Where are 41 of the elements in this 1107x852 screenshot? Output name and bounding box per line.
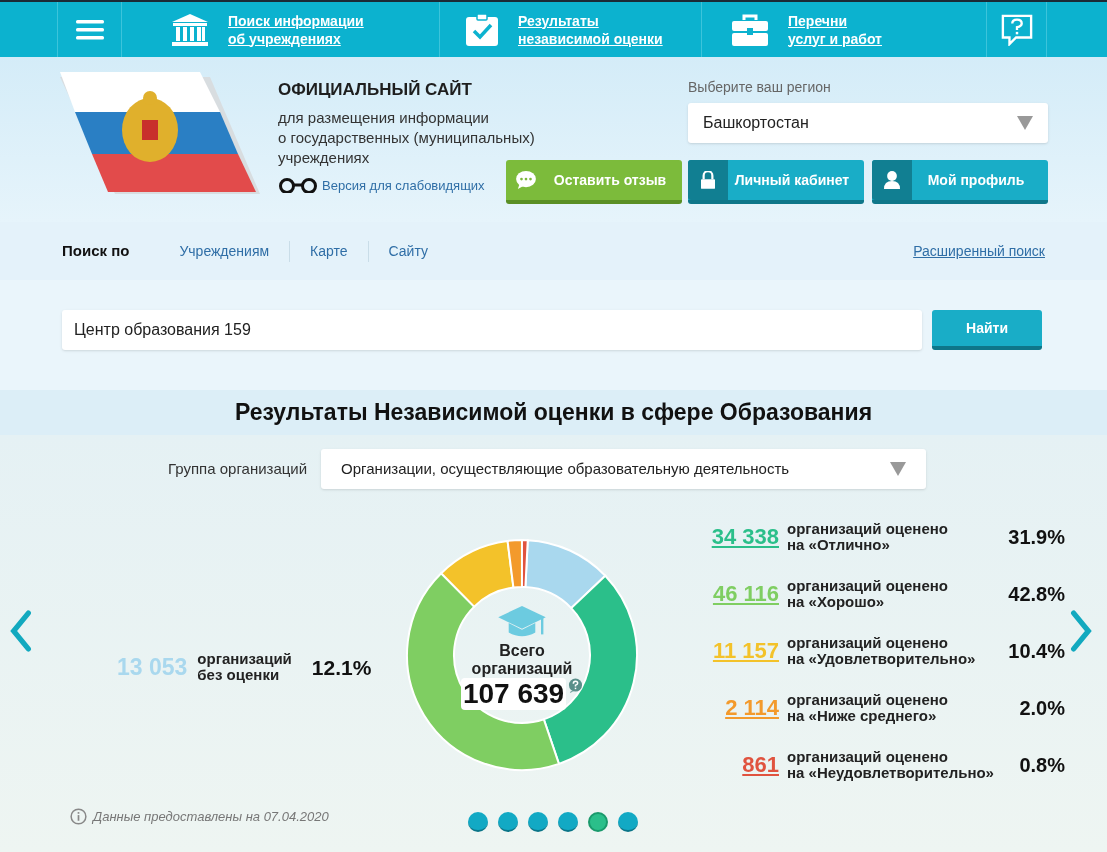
total-count: 107 639 xyxy=(460,678,567,710)
data-date-note: Данные предоставлены на 07.04.2020 xyxy=(93,808,329,826)
rating-label: организаций оценено на «Удовлетворительно» xyxy=(787,634,976,667)
region-label: Выберите ваш регион xyxy=(688,78,831,97)
group-label: Группа организаций xyxy=(168,458,308,479)
rating-percent: 2.0% xyxy=(1019,695,1065,721)
rating-count[interactable]: 34 338 xyxy=(703,520,779,553)
section-title: Результаты Независимой оценки в сфере Образования xyxy=(234,398,873,428)
rating-label: организаций оценено на «Ниже среднего» xyxy=(787,691,948,724)
unrated-label: организаций без оценки xyxy=(197,651,292,684)
unrated-count: 13 053 xyxy=(117,653,188,682)
rating-percent: 0.8% xyxy=(1019,752,1065,778)
rating-count[interactable]: 2 114 xyxy=(703,691,779,724)
rating-label: организаций оценено на «Отлично» xyxy=(787,520,948,553)
rating-count[interactable]: 46 116 xyxy=(703,577,779,610)
profile-button[interactable]: Мой профиль xyxy=(872,160,1048,204)
search-by-label: Поиск по xyxy=(62,240,130,261)
search-field[interactable]: Центр образования 159 xyxy=(62,310,922,350)
nav-link[interactable]: Результаты независимой оценки xyxy=(518,11,663,48)
rating-label: организаций оценено на «Хорошо» xyxy=(787,577,948,610)
rating-percent: 10.4% xyxy=(1008,638,1065,664)
total-label: Всего организаций xyxy=(471,642,573,678)
low-vision-link[interactable]: Версия для слабовидящих xyxy=(322,175,485,195)
search-tab[interactable]: Учреждениям xyxy=(159,240,291,262)
find-button[interactable]: Найти xyxy=(932,310,1042,350)
rating-percent: 42.8% xyxy=(1008,581,1065,607)
search-tab[interactable]: Карте xyxy=(290,240,369,262)
site-title: ОФИЦИАЛЬНЫЙ САЙТ xyxy=(278,79,473,101)
feedback-button[interactable]: Оставить отзыв xyxy=(506,160,682,204)
rating-percent: 31.9% xyxy=(1008,524,1065,550)
nav-link[interactable]: Поиск информации об учреждениях xyxy=(228,11,364,48)
search-tab[interactable]: Сайту xyxy=(368,240,448,262)
rating-label: организаций оценено на «Неудовлетворительно» xyxy=(787,748,994,781)
nav-link[interactable]: Перечни услуг и работ xyxy=(788,11,882,48)
rating-count[interactable]: 11 157 xyxy=(703,634,779,667)
unrated-percent: 12.1% xyxy=(311,654,372,681)
region-select[interactable]: Башкортостан xyxy=(688,103,1048,143)
advanced-search-link[interactable]: Расширенный поиск xyxy=(913,240,1045,262)
rating-count[interactable]: 861 xyxy=(703,748,779,781)
personal-account-button[interactable]: Личный кабинет xyxy=(688,160,864,204)
group-select[interactable]: Организации, осуществляющие образовательную деятельность xyxy=(321,449,927,489)
